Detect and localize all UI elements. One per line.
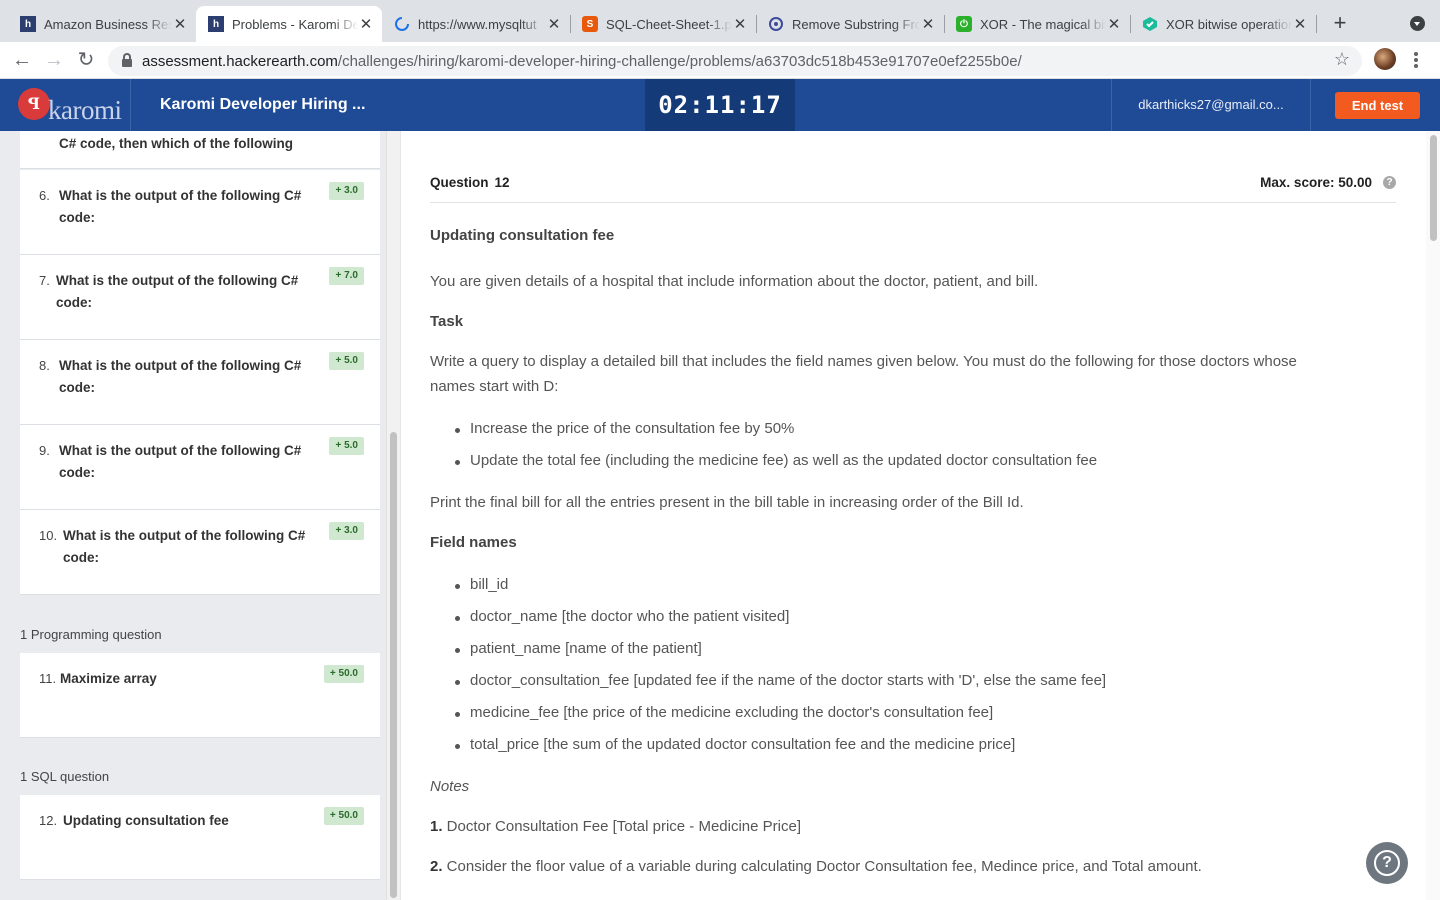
problem-intro: You are given details of a hospital that…: [430, 273, 1039, 290]
question-list-item[interactable]: 7. What is the output of the following C…: [20, 255, 380, 340]
browser-menu-icon[interactable]: [1414, 50, 1418, 70]
question-number: 12: [494, 175, 510, 190]
close-icon[interactable]: ✕: [1292, 15, 1308, 33]
question-label: Question: [430, 175, 489, 190]
score-badge: + 50.0: [323, 665, 364, 683]
bookmark-star-icon[interactable]: ☆: [1334, 49, 1350, 70]
field-item: doctor_name [the doctor who the patient …: [454, 608, 790, 625]
field-item: doctor_consultation_fee [updated fee if …: [454, 672, 1107, 689]
tab-search-icon[interactable]: [1410, 16, 1425, 31]
field-item: medicine_fee [the price of the medicine …: [454, 704, 994, 721]
score-badge: + 7.0: [329, 267, 364, 285]
reload-icon[interactable]: ↻: [74, 48, 98, 72]
question-list-item-active[interactable]: 12. Updating consultation fee + 50.0: [20, 795, 380, 880]
browser-tab[interactable]: ⏻ XOR - The magical bit ✕: [944, 6, 1130, 42]
score-badge: + 3.0: [329, 182, 364, 200]
section-heading-programming: 1 Programming question: [20, 627, 162, 642]
close-icon[interactable]: ✕: [358, 15, 374, 33]
field-item: total_price [the sum of the updated doct…: [454, 736, 1016, 753]
task-heading: Task: [430, 313, 464, 330]
score-badge: + 3.0: [329, 522, 364, 540]
close-icon[interactable]: ✕: [920, 15, 936, 33]
question-list-item[interactable]: 9. What is the output of the following C…: [20, 425, 380, 510]
close-icon[interactable]: ✕: [1106, 15, 1122, 33]
browser-tab-strip: h Amazon Business Res ✕ h Problems - Kar…: [0, 0, 1440, 42]
question-list-item[interactable]: 6. What is the output of the following C…: [20, 170, 380, 255]
browser-tab[interactable]: https://www.mysqltut ✕: [382, 6, 570, 42]
note-item: 2. Consider the floor value of a variabl…: [430, 858, 1202, 875]
score-badge: + 50.0: [323, 807, 364, 825]
question-list-item[interactable]: 11. Maximize array + 50.0: [20, 653, 380, 738]
close-icon[interactable]: ✕: [172, 15, 188, 33]
url-path: /challenges/hiring/karomi-developer-hiri…: [337, 52, 1022, 70]
print-text: Print the final bill for all the entries…: [430, 494, 1024, 511]
question-list-item[interactable]: 8. What is the output of the following C…: [20, 340, 380, 425]
close-icon[interactable]: ✕: [546, 15, 562, 33]
field-item: bill_id: [454, 576, 509, 593]
lock-icon: [122, 53, 132, 67]
help-chat-button[interactable]: ?: [1366, 842, 1408, 884]
hackerearth-icon: h: [20, 16, 36, 32]
score-badge: + 5.0: [329, 437, 364, 455]
close-icon[interactable]: ✕: [732, 15, 748, 33]
loading-spinner-icon: [394, 16, 410, 32]
browser-tab-active[interactable]: h Problems - Karomi De ✕: [196, 6, 382, 42]
score-badge: + 5.0: [329, 352, 364, 370]
question-header: Question 12 Max. score: 50.00 ?: [430, 175, 1396, 203]
main-scrollbar[interactable]: [1426, 131, 1440, 900]
help-icon[interactable]: ?: [1383, 176, 1396, 189]
note-item: 1. Doctor Consultation Fee [Total price …: [430, 818, 801, 835]
address-bar[interactable]: assessment.hackerearth.com/challenges/hi…: [108, 46, 1362, 76]
forward-icon[interactable]: →: [42, 48, 66, 72]
xor-icon: ⏻: [956, 16, 972, 32]
browser-tab[interactable]: h Amazon Business Res ✕: [0, 6, 196, 42]
karomi-logo: ꟼ karomi: [18, 85, 122, 125]
task-text: Write a query to display a detailed bill…: [430, 353, 1297, 370]
countdown-timer: 02:11:17: [645, 79, 795, 131]
task-bullet: Update the total fee (including the medi…: [454, 452, 1098, 469]
fields-heading: Field names: [430, 534, 517, 551]
browser-tab[interactable]: S SQL-Cheet-Sheet-1.p ✕: [570, 6, 756, 42]
browser-tab[interactable]: XOR bitwise operation ✕: [1130, 6, 1316, 42]
back-icon[interactable]: ←: [10, 48, 34, 72]
app-header: ꟼ karomi Karomi Developer Hiring ... 02:…: [0, 79, 1440, 131]
task-bullet: Increase the price of the consultation f…: [454, 420, 795, 437]
end-test-button[interactable]: End test: [1335, 92, 1420, 119]
max-score: Max. score: 50.00: [1260, 175, 1372, 190]
notes-heading: Notes: [430, 778, 470, 795]
browser-tab[interactable]: Remove Substring Fro ✕: [756, 6, 944, 42]
problem-title: Updating consultation fee: [430, 227, 615, 244]
hackerearth-icon: h: [208, 16, 224, 32]
user-email[interactable]: dkarthicks27@gmail.co...: [1112, 79, 1310, 131]
browser-toolbar: ← → ↻ assessment.hackerearth.com/challen…: [0, 42, 1440, 79]
question-sidebar: C# code, then which of the following 6. …: [0, 131, 400, 900]
url-host: assessment.hackerearth.com: [142, 52, 338, 70]
question-list-item[interactable]: 10. What is the output of the following …: [20, 510, 380, 595]
problem-panel: [400, 131, 1426, 900]
field-item: patient_name [name of the patient]: [455, 640, 702, 657]
task-text-cont: names start with D:: [430, 378, 559, 395]
question-list-item[interactable]: C# code, then which of the following: [20, 131, 380, 169]
question-mark-icon: ?: [1374, 850, 1400, 876]
sidebar-scrollbar-thumb[interactable]: [390, 432, 397, 898]
gear-icon: [768, 16, 784, 32]
sql-icon: S: [582, 16, 598, 32]
section-heading-sql: 1 SQL question: [20, 769, 110, 784]
main-scrollbar-thumb[interactable]: [1430, 135, 1437, 241]
shield-icon: [1142, 16, 1158, 32]
new-tab-button[interactable]: +: [1328, 10, 1352, 36]
profile-avatar[interactable]: [1374, 48, 1396, 70]
challenge-title: Karomi Developer Hiring ...: [160, 96, 366, 113]
